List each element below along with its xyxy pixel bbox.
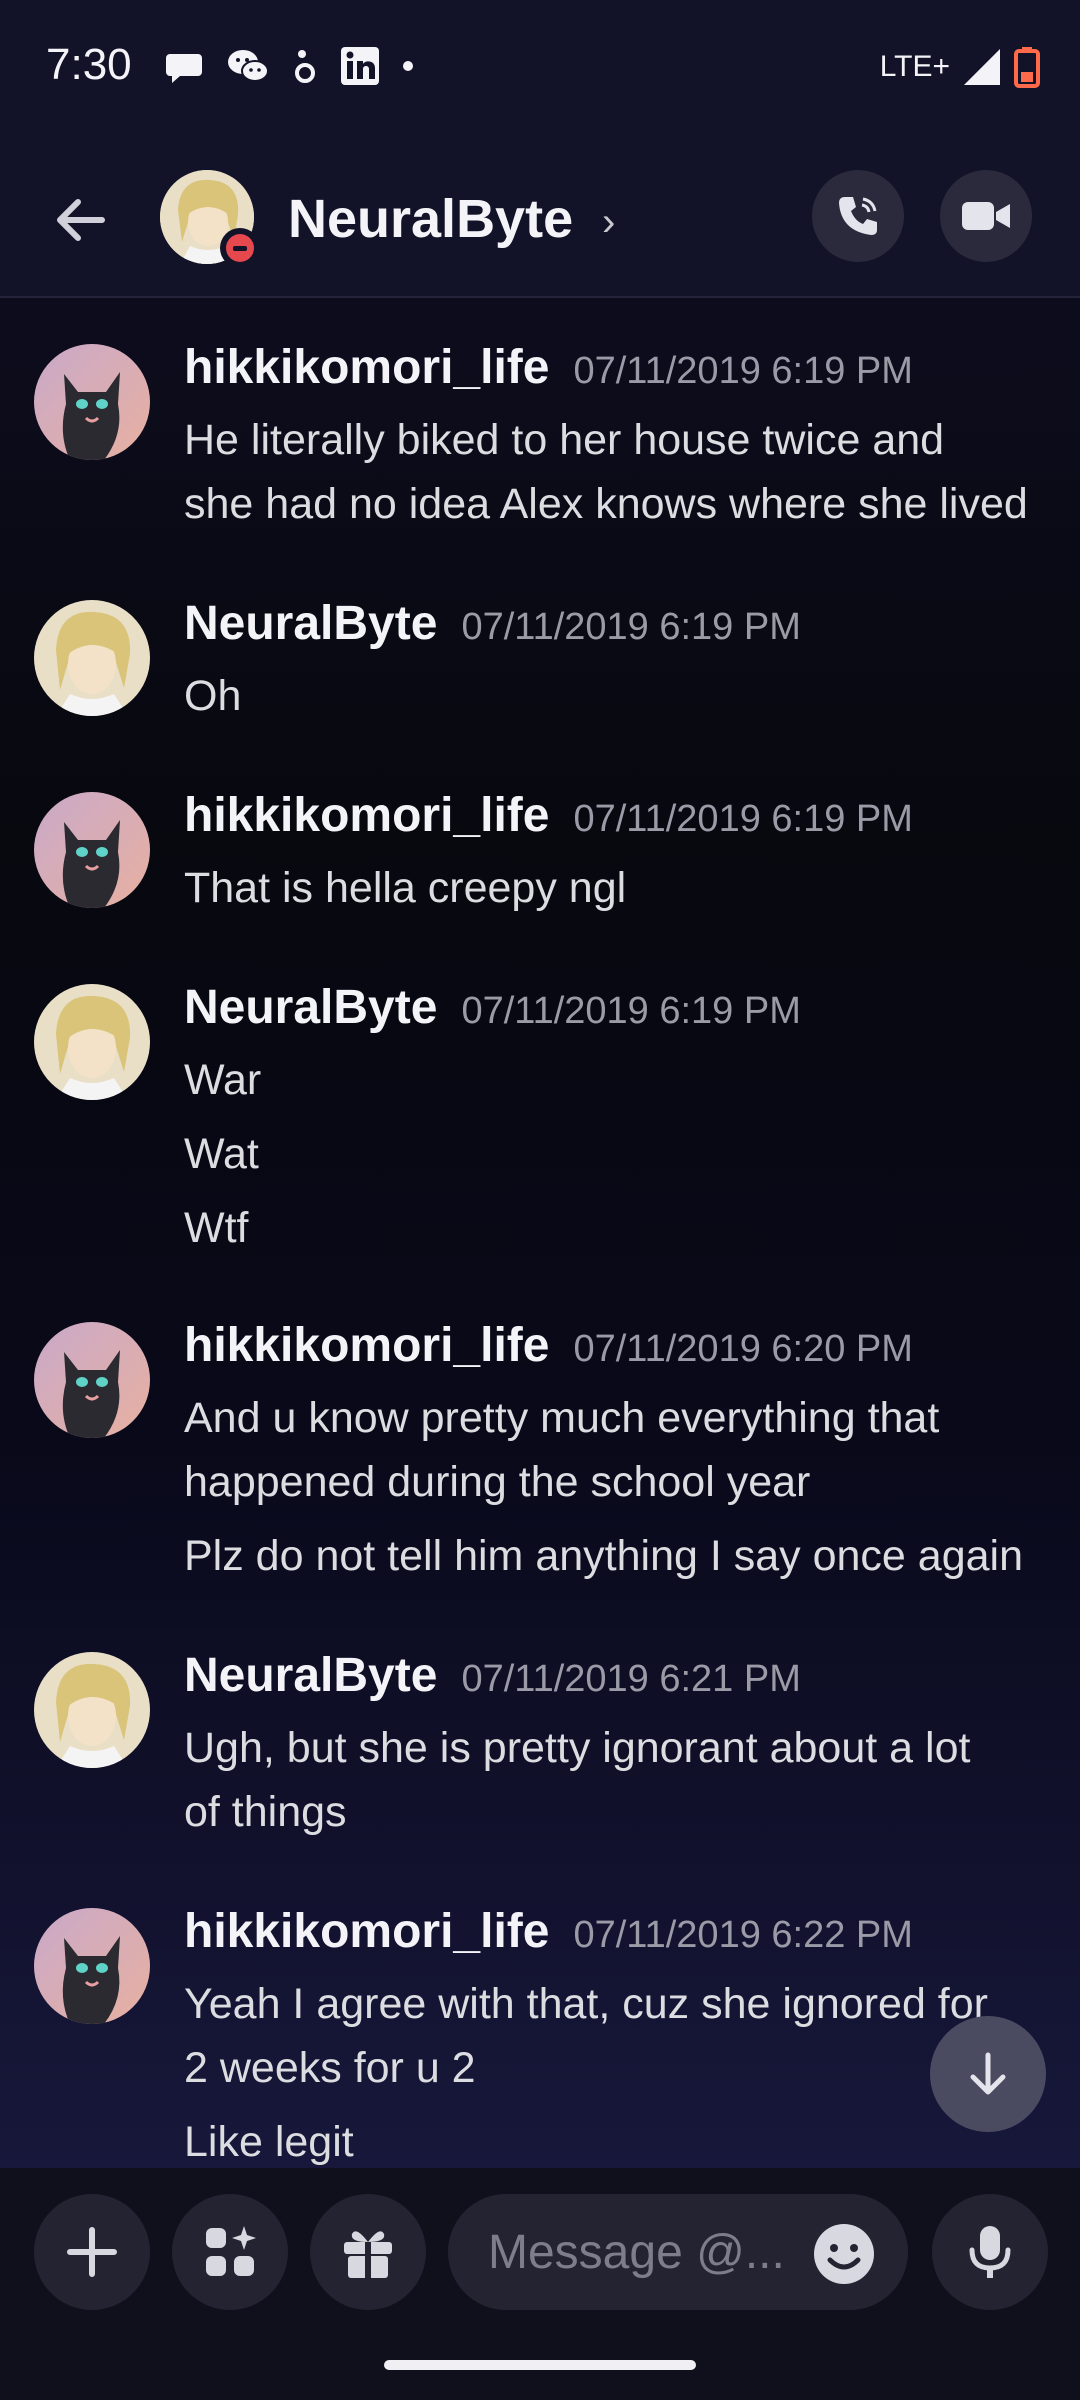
status-bar: 7:30 LTE+	[0, 0, 1080, 140]
chat-bubble-icon	[166, 54, 202, 83]
chat-header: NeuralByte ›	[0, 140, 1080, 298]
network-type: LTE+	[879, 50, 950, 83]
message-text: Plz do not tell him anything I say once …	[184, 1532, 1024, 1580]
message-author[interactable]: hikkikomori_life	[184, 788, 549, 843]
microphone-icon	[969, 2226, 1011, 2278]
message-body: hikkikomori_life 07/11/2019 6:19 PM He l…	[184, 340, 1054, 536]
video-icon	[962, 202, 1010, 230]
dot-icon	[403, 61, 413, 71]
message-author[interactable]: NeuralByte	[184, 596, 437, 651]
video-call-button[interactable]	[940, 170, 1032, 262]
apps-button[interactable]	[172, 2194, 288, 2310]
add-icon	[67, 2227, 117, 2277]
message-placeholder: Message @...	[488, 2225, 785, 2279]
message-author[interactable]: hikkikomori_life	[184, 1318, 549, 1373]
message-text: And u know pretty much everything that	[184, 1394, 940, 1442]
voice-message-button[interactable]	[932, 2194, 1048, 2310]
contact-name[interactable]: NeuralByte	[288, 188, 573, 250]
message-timestamp: 07/11/2019 6:19 PM	[461, 606, 801, 648]
back-arrow-icon[interactable]	[50, 190, 110, 250]
user-avatar[interactable]	[34, 600, 150, 716]
arrow-down-icon	[970, 2052, 1006, 2095]
home-indicator[interactable]	[384, 2360, 696, 2370]
message-body: hikkikomori_life 07/11/2019 6:19 PM That…	[184, 788, 1054, 920]
wechat-icon	[228, 50, 269, 82]
notification-icons	[164, 46, 414, 86]
message-text: Wtf	[184, 1204, 249, 1252]
message-text: He literally biked to her house twice an…	[184, 416, 945, 464]
apps-icon	[206, 2226, 256, 2276]
dnd-status-icon	[220, 228, 260, 268]
message-author[interactable]: hikkikomori_life	[184, 1904, 549, 1959]
message-body: NeuralByte 07/11/2019 6:21 PM Ugh, but s…	[184, 1648, 1054, 1844]
gift-button[interactable]	[310, 2194, 426, 2310]
message-text: Ugh, but she is pretty ignorant about a …	[184, 1724, 971, 1772]
message-author[interactable]: NeuralByte	[184, 1648, 437, 1703]
message-timestamp: 07/11/2019 6:19 PM	[573, 350, 913, 392]
message-timestamp: 07/11/2019 6:19 PM	[461, 990, 801, 1032]
user-avatar[interactable]	[34, 344, 150, 460]
message-text: That is hella creepy ngl	[184, 864, 627, 912]
message-author[interactable]: NeuralByte	[184, 980, 437, 1035]
user-avatar[interactable]	[34, 1908, 150, 2024]
message-text: Wat	[184, 1130, 259, 1178]
status-time: 7:30	[46, 40, 132, 89]
message-timestamp: 07/11/2019 6:19 PM	[573, 798, 913, 840]
message-text: Like legit	[184, 2118, 354, 2166]
message-body: hikkikomori_life 07/11/2019 6:22 PM Yeah…	[184, 1904, 1054, 2168]
message-list[interactable]: hikkikomori_life 07/11/2019 6:19 PM He l…	[0, 300, 1080, 2168]
message-body: NeuralByte 07/11/2019 6:19 PM War Wat Wt…	[184, 980, 1054, 1260]
message-text: 2 weeks for u 2	[184, 2044, 476, 2092]
user-avatar[interactable]	[34, 984, 150, 1100]
message-text: she had no idea Alex knows where she liv…	[184, 480, 1028, 528]
message-timestamp: 07/11/2019 6:20 PM	[573, 1328, 913, 1370]
message-timestamp: 07/11/2019 6:21 PM	[461, 1658, 801, 1700]
chevron-right-icon[interactable]: ›	[602, 200, 615, 245]
signal-icon	[964, 49, 1000, 85]
linkedin-icon	[341, 47, 379, 85]
user-avatar[interactable]	[34, 1652, 150, 1768]
call-icon	[839, 197, 877, 235]
gift-icon	[344, 2231, 392, 2278]
jump-to-bottom-button[interactable]	[930, 2016, 1046, 2132]
user-avatar[interactable]	[34, 1322, 150, 1438]
message-text: War	[184, 1056, 262, 1104]
message-body: hikkikomori_life 07/11/2019 6:20 PM And …	[184, 1318, 1054, 1588]
message-text: Oh	[184, 672, 242, 720]
battery-icon	[1014, 47, 1040, 88]
message-text: of things	[184, 1788, 347, 1836]
message-body: NeuralByte 07/11/2019 6:19 PM Oh	[184, 596, 1054, 728]
add-button[interactable]	[34, 2194, 150, 2310]
app-icon	[295, 50, 315, 83]
emoji-icon[interactable]	[812, 2222, 876, 2286]
system-icons: LTE+	[880, 46, 1040, 88]
voice-call-button[interactable]	[812, 170, 904, 262]
message-author[interactable]: hikkikomori_life	[184, 340, 549, 395]
user-avatar[interactable]	[34, 792, 150, 908]
message-timestamp: 07/11/2019 6:22 PM	[573, 1914, 913, 1956]
message-text: Yeah I agree with that, cuz she ignored …	[184, 1980, 988, 2028]
message-text: happened during the school year	[184, 1458, 811, 1506]
